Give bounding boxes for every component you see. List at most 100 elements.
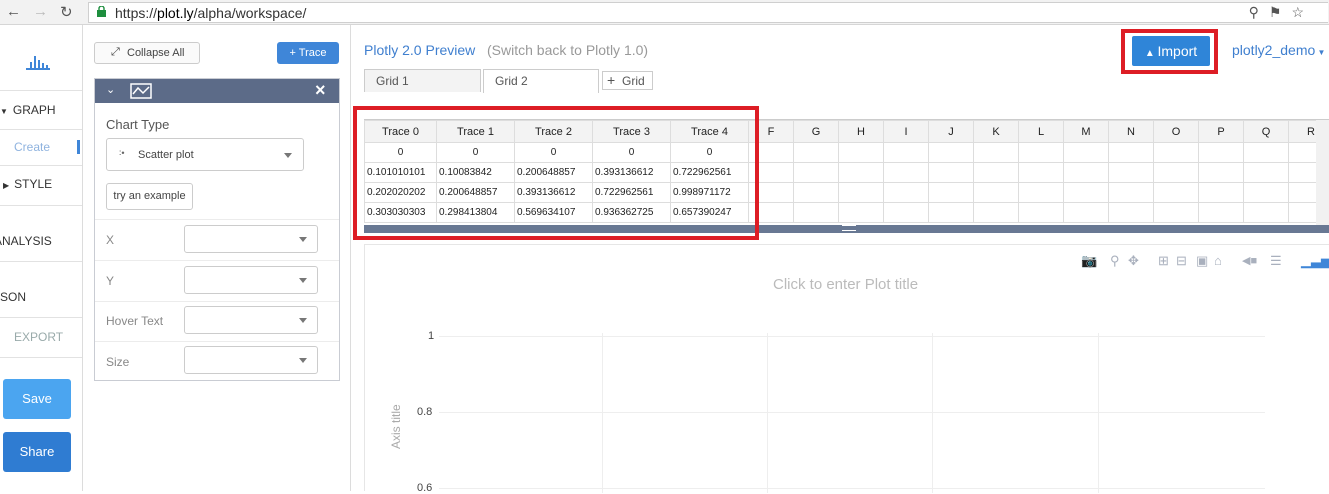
tab-grid-1[interactable]: Grid 1	[364, 69, 481, 92]
grid-cell[interactable]	[1019, 163, 1064, 183]
grid-cell[interactable]	[794, 163, 839, 183]
star-icon[interactable]: ☆	[1291, 4, 1314, 20]
column-header[interactable]: L	[1019, 121, 1064, 143]
grid-cell[interactable]	[884, 183, 929, 203]
collapse-all-button[interactable]: ⤢ Collapse All	[94, 42, 200, 64]
grid-cell[interactable]	[1244, 183, 1289, 203]
grid-cell[interactable]	[1109, 163, 1154, 183]
save-button[interactable]: Save	[3, 379, 71, 419]
grid-cell[interactable]	[1109, 183, 1154, 203]
add-trace-button[interactable]: + Trace	[277, 42, 339, 64]
nav-graph[interactable]: ▼GRAPH	[0, 103, 82, 117]
collapse-icon: ⤢	[111, 46, 120, 59]
switch-back-link[interactable]: (Switch back to Plotly 1.0)	[487, 42, 648, 58]
grid-cell[interactable]	[794, 143, 839, 163]
share-button[interactable]: Share	[3, 432, 71, 472]
grid-cell[interactable]	[884, 203, 929, 223]
x-select[interactable]	[184, 225, 318, 253]
zoom-out-icon[interactable]: ⊟	[1176, 253, 1187, 269]
nav-json[interactable]: SON	[0, 290, 82, 304]
column-header[interactable]: Q	[1244, 121, 1289, 143]
grid-cell[interactable]	[1064, 183, 1109, 203]
grid-cell[interactable]	[1154, 143, 1199, 163]
reload-icon[interactable]: ↻	[60, 3, 73, 21]
column-header[interactable]: J	[929, 121, 974, 143]
grid-cell[interactable]	[974, 163, 1019, 183]
grid-cell[interactable]	[1244, 143, 1289, 163]
grid-cell[interactable]	[884, 143, 929, 163]
grid-cell[interactable]	[884, 163, 929, 183]
grid-cell[interactable]	[794, 183, 839, 203]
column-header[interactable]: I	[884, 121, 929, 143]
grid-cell[interactable]	[929, 183, 974, 203]
grid-cell[interactable]	[1154, 163, 1199, 183]
plotly-logo-icon[interactable]	[26, 53, 50, 71]
column-header[interactable]: O	[1154, 121, 1199, 143]
address-bar[interactable]: https://plot.ly/alpha/workspace/ ⚲⚑☆	[88, 2, 1328, 23]
column-header[interactable]: N	[1109, 121, 1154, 143]
back-icon[interactable]: ←	[6, 3, 21, 20]
chart-type-select[interactable]: ∶• Scatter plot	[106, 138, 304, 171]
grid-cell[interactable]	[1109, 143, 1154, 163]
grid-cell[interactable]	[1019, 203, 1064, 223]
grid-cell[interactable]	[1199, 143, 1244, 163]
grid-cell[interactable]	[1019, 183, 1064, 203]
home-icon[interactable]: ⌂	[1214, 253, 1222, 268]
grid-cell[interactable]	[1244, 203, 1289, 223]
nav-style[interactable]: ▶STYLE	[0, 177, 82, 191]
plotly-logo-icon[interactable]: ▁▃▅	[1301, 253, 1329, 269]
grid-cell[interactable]	[1019, 143, 1064, 163]
grid-cell[interactable]	[929, 143, 974, 163]
drag-handle-icon[interactable]	[842, 225, 856, 231]
y-select[interactable]	[184, 266, 318, 294]
autoscale-icon[interactable]: ▣	[1196, 253, 1208, 269]
grid-cell[interactable]	[1154, 203, 1199, 223]
grid-cell[interactable]	[794, 203, 839, 223]
try-example-button[interactable]: try an example	[106, 183, 193, 210]
add-grid-button[interactable]: +Grid	[602, 71, 653, 90]
zoom-icon[interactable]: ⚲	[1249, 4, 1269, 20]
y-axis-title[interactable]: Axis title	[389, 404, 403, 449]
hover-text-select[interactable]	[184, 306, 318, 334]
grid-cell[interactable]	[839, 143, 884, 163]
grid-cell[interactable]	[1244, 163, 1289, 183]
tab-grid-2[interactable]: Grid 2	[483, 69, 599, 93]
camera-icon[interactable]: 📷	[1081, 253, 1097, 269]
hover-closest-icon[interactable]: ◀■	[1242, 254, 1257, 267]
grid-cell[interactable]	[1199, 203, 1244, 223]
grid-cell[interactable]	[974, 203, 1019, 223]
grid-scrollbar[interactable]	[1316, 120, 1329, 227]
nav-create[interactable]: Create	[14, 140, 80, 154]
zoom-in-icon[interactable]: ⊞	[1158, 253, 1169, 269]
column-header[interactable]: M	[1064, 121, 1109, 143]
grid-cell[interactable]	[929, 203, 974, 223]
grid-cell[interactable]	[1109, 203, 1154, 223]
plot-title[interactable]: Click to enter Plot title	[773, 276, 918, 293]
grid-cell[interactable]	[974, 183, 1019, 203]
grid-cell[interactable]	[839, 163, 884, 183]
chevron-down-icon[interactable]: ⌄	[106, 83, 115, 96]
user-menu[interactable]: plotly2_demo ▼	[1232, 42, 1325, 58]
grid-cell[interactable]	[929, 163, 974, 183]
grid-cell[interactable]	[1154, 183, 1199, 203]
column-header[interactable]: K	[974, 121, 1019, 143]
column-header[interactable]: H	[839, 121, 884, 143]
grid-cell[interactable]	[839, 183, 884, 203]
pan-icon[interactable]: ✥	[1128, 253, 1139, 269]
grid-cell[interactable]	[1064, 143, 1109, 163]
pin-icon[interactable]: ⚑	[1269, 4, 1292, 20]
grid-cell[interactable]	[1199, 183, 1244, 203]
nav-analysis[interactable]: ANALYSIS	[0, 234, 76, 248]
grid-cell[interactable]	[1064, 163, 1109, 183]
grid-cell[interactable]	[1064, 203, 1109, 223]
column-header[interactable]: G	[794, 121, 839, 143]
grid-cell[interactable]	[974, 143, 1019, 163]
forward-icon[interactable]: →	[33, 3, 48, 20]
column-header[interactable]: P	[1199, 121, 1244, 143]
zoom-icon[interactable]: ⚲	[1110, 253, 1120, 269]
grid-cell[interactable]	[839, 203, 884, 223]
close-icon[interactable]: ×	[315, 80, 326, 101]
size-select[interactable]	[184, 346, 318, 374]
grid-cell[interactable]	[1199, 163, 1244, 183]
hover-compare-icon[interactable]: ☰	[1270, 253, 1282, 269]
